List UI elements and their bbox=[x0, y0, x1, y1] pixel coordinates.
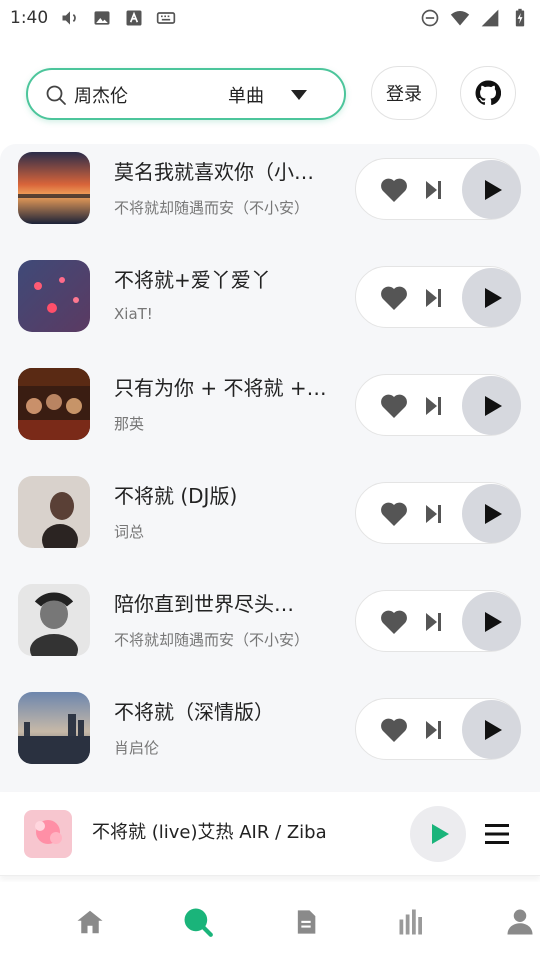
play-icon bbox=[432, 824, 449, 844]
song-actions bbox=[355, 374, 521, 436]
heart-icon[interactable] bbox=[380, 285, 408, 311]
heart-icon[interactable] bbox=[380, 717, 408, 743]
heart-icon[interactable] bbox=[380, 177, 408, 203]
list-item[interactable]: 莫名我就喜欢你（小… 不将就却随遇而安（不小安） bbox=[0, 148, 540, 256]
album-cover bbox=[18, 476, 90, 548]
song-actions bbox=[355, 158, 521, 220]
play-button[interactable] bbox=[462, 700, 521, 759]
search-input[interactable]: 周杰伦 单曲 bbox=[26, 68, 346, 120]
song-artist: 那英 bbox=[114, 415, 145, 433]
song-title: 不将就 (DJ版) bbox=[114, 484, 238, 508]
song-actions bbox=[355, 590, 521, 652]
list-item[interactable]: 不将就 (DJ版) 词总 bbox=[0, 472, 540, 580]
mini-play-button[interactable] bbox=[410, 806, 466, 862]
play-button[interactable] bbox=[462, 484, 521, 543]
nav-chart[interactable] bbox=[392, 902, 432, 942]
list-item[interactable]: 只有为你 + 不将就 +… 那英 bbox=[0, 364, 540, 472]
album-cover bbox=[18, 368, 90, 440]
song-actions bbox=[355, 266, 521, 328]
status-bar: 1:40 bbox=[0, 0, 540, 36]
song-title: 不将就+爱丫爱丫 bbox=[114, 268, 271, 292]
bottom-nav bbox=[0, 882, 540, 960]
play-icon bbox=[485, 180, 502, 200]
search-icon bbox=[184, 908, 213, 937]
login-label: 登录 bbox=[386, 84, 422, 105]
user-icon bbox=[507, 909, 533, 935]
mini-player[interactable]: 不将就 (live)艾热 AIR / Ziba bbox=[0, 792, 540, 876]
album-cover bbox=[18, 692, 90, 764]
song-artist: 肖启伦 bbox=[114, 739, 160, 757]
nav-home[interactable] bbox=[70, 902, 110, 942]
nav-user[interactable] bbox=[500, 902, 540, 942]
play-icon bbox=[485, 288, 502, 308]
play-icon bbox=[485, 396, 502, 416]
login-button[interactable]: 登录 bbox=[371, 66, 437, 120]
list-item[interactable]: 陪你直到世界尽头… 不将就却随遇而安（不小安） bbox=[0, 580, 540, 688]
next-icon[interactable] bbox=[424, 719, 444, 741]
search-icon bbox=[46, 85, 66, 105]
play-button[interactable] bbox=[462, 268, 521, 327]
song-title: 只有为你 + 不将就 +… bbox=[114, 376, 327, 400]
github-icon bbox=[475, 80, 501, 105]
song-actions bbox=[355, 482, 521, 544]
now-playing-title: 不将就 (live)艾热 AIR / Ziba bbox=[92, 822, 327, 843]
nav-search[interactable] bbox=[178, 902, 218, 942]
chart-icon bbox=[399, 909, 422, 935]
image-icon bbox=[94, 11, 110, 25]
keyboard-icon bbox=[157, 12, 176, 24]
heart-icon[interactable] bbox=[380, 393, 408, 419]
song-title: 莫名我就喜欢你（小… bbox=[114, 160, 314, 184]
status-time: 1:40 bbox=[10, 8, 49, 28]
nav-document[interactable] bbox=[286, 902, 326, 942]
search-type-select[interactable]: 单曲 bbox=[228, 82, 264, 108]
next-icon[interactable] bbox=[424, 395, 444, 417]
search-header: 周杰伦 单曲 登录 bbox=[0, 62, 540, 124]
home-icon bbox=[77, 910, 103, 934]
wifi-icon bbox=[450, 11, 470, 26]
next-icon[interactable] bbox=[424, 611, 444, 633]
next-icon[interactable] bbox=[424, 503, 444, 525]
song-title: 陪你直到世界尽头… bbox=[114, 592, 294, 616]
font-icon bbox=[126, 10, 142, 26]
song-artist: 词总 bbox=[114, 523, 145, 541]
github-button[interactable] bbox=[460, 66, 516, 120]
chevron-down-icon[interactable] bbox=[290, 88, 308, 102]
list-item[interactable]: 不将就+爱丫爱丫 XiaT! bbox=[0, 256, 540, 364]
next-icon[interactable] bbox=[424, 287, 444, 309]
document-icon bbox=[297, 910, 316, 934]
album-cover bbox=[18, 584, 90, 656]
album-cover bbox=[18, 152, 90, 224]
volume-icon bbox=[62, 11, 76, 25]
song-title: 不将就（深情版） bbox=[114, 700, 274, 724]
heart-icon[interactable] bbox=[380, 501, 408, 527]
song-artist: 不将就却随遇而安（不小安） bbox=[114, 199, 310, 217]
battery-icon bbox=[515, 8, 525, 27]
play-icon bbox=[485, 504, 502, 524]
now-playing-cover bbox=[24, 810, 72, 858]
signal-icon bbox=[481, 9, 499, 27]
dnd-icon bbox=[421, 9, 439, 27]
song-artist: XiaT! bbox=[114, 305, 153, 323]
heart-icon[interactable] bbox=[380, 609, 408, 635]
song-list[interactable]: 莫名我就喜欢你（小… 不将就却随遇而安（不小安） 不将就+爱丫爱丫 XiaT! … bbox=[0, 144, 540, 792]
play-button[interactable] bbox=[462, 376, 521, 435]
play-button[interactable] bbox=[462, 592, 521, 651]
list-item[interactable]: 不将就（深情版） 肖启伦 bbox=[0, 688, 540, 792]
next-icon[interactable] bbox=[424, 179, 444, 201]
song-artist: 不将就却随遇而安（不小安） bbox=[114, 631, 310, 649]
play-icon bbox=[485, 612, 502, 632]
search-value[interactable]: 周杰伦 bbox=[74, 82, 128, 108]
song-actions bbox=[355, 698, 521, 760]
play-button[interactable] bbox=[462, 160, 521, 219]
playlist-menu-icon[interactable] bbox=[484, 822, 510, 846]
play-icon bbox=[485, 720, 502, 740]
album-cover bbox=[18, 260, 90, 332]
